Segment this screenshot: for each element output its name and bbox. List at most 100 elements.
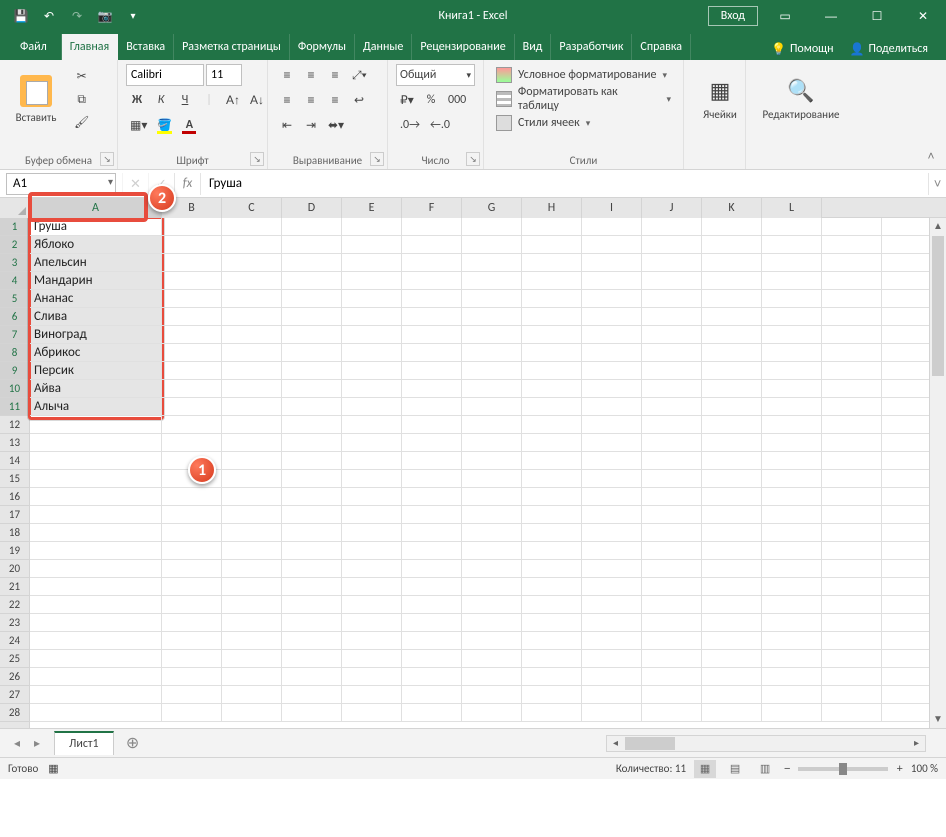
borders-icon[interactable]: ▦▾ [126, 114, 151, 136]
cell[interactable] [30, 524, 162, 542]
cell[interactable] [282, 308, 342, 326]
cell[interactable] [582, 452, 642, 470]
cell[interactable] [162, 254, 222, 272]
cell[interactable] [222, 434, 282, 452]
cell[interactable] [162, 326, 222, 344]
cell[interactable] [462, 506, 522, 524]
cell[interactable] [822, 362, 882, 380]
cell[interactable] [522, 470, 582, 488]
cell[interactable] [342, 488, 402, 506]
cell[interactable] [462, 650, 522, 668]
macro-record-icon[interactable]: ▦ [48, 762, 58, 775]
vertical-scrollbar[interactable]: ▲ ▼ [929, 218, 946, 728]
cell[interactable] [342, 254, 402, 272]
cell[interactable] [342, 524, 402, 542]
cell[interactable] [462, 488, 522, 506]
cell[interactable] [582, 380, 642, 398]
qat-dropdown-icon[interactable]: ▾ [120, 3, 146, 29]
cell[interactable] [522, 560, 582, 578]
column-header-G[interactable]: G [462, 198, 522, 218]
cell[interactable] [222, 686, 282, 704]
column-header-C[interactable]: C [222, 198, 282, 218]
cell[interactable] [30, 452, 162, 470]
cell[interactable] [822, 290, 882, 308]
cell[interactable] [582, 290, 642, 308]
cell[interactable] [402, 344, 462, 362]
cell[interactable] [522, 308, 582, 326]
cell[interactable] [702, 308, 762, 326]
row-header[interactable]: 14 [0, 452, 29, 470]
row-header[interactable]: 1 [0, 218, 29, 236]
font-color-icon[interactable]: A [178, 114, 200, 136]
cell[interactable] [762, 686, 822, 704]
cell[interactable] [642, 488, 702, 506]
copy-icon[interactable]: ⧉ [70, 88, 93, 110]
cell[interactable] [222, 344, 282, 362]
cell[interactable] [342, 308, 402, 326]
cell[interactable] [402, 632, 462, 650]
cell[interactable] [582, 344, 642, 362]
cell[interactable] [282, 290, 342, 308]
column-header-K[interactable]: K [702, 198, 762, 218]
cell[interactable] [282, 560, 342, 578]
alignment-dialog-launcher[interactable]: ↘ [370, 152, 384, 166]
cell[interactable]: Алыча [30, 398, 162, 416]
cell[interactable] [522, 614, 582, 632]
cell[interactable]: Мандарин [30, 272, 162, 290]
cell[interactable] [462, 524, 522, 542]
close-icon[interactable]: ✕ [900, 0, 946, 32]
cell[interactable] [522, 668, 582, 686]
cell[interactable] [522, 632, 582, 650]
cell[interactable] [822, 380, 882, 398]
row-header[interactable]: 3 [0, 254, 29, 272]
redo-icon[interactable]: ↷ [64, 3, 90, 29]
cell[interactable] [642, 236, 702, 254]
cell[interactable] [162, 560, 222, 578]
cell[interactable] [282, 488, 342, 506]
zoom-in-icon[interactable]: + [896, 763, 902, 775]
cell[interactable] [162, 434, 222, 452]
cell[interactable] [402, 470, 462, 488]
cell[interactable] [162, 398, 222, 416]
font-size-input[interactable] [206, 64, 242, 86]
cell[interactable] [222, 326, 282, 344]
cell[interactable] [822, 704, 882, 722]
cell[interactable] [702, 506, 762, 524]
cell[interactable] [822, 398, 882, 416]
column-header-E[interactable]: E [342, 198, 402, 218]
cell[interactable] [30, 434, 162, 452]
cell[interactable] [222, 416, 282, 434]
tab-formulas[interactable]: Формулы [290, 34, 355, 60]
cell[interactable] [522, 578, 582, 596]
cell[interactable] [762, 452, 822, 470]
cell[interactable] [402, 434, 462, 452]
cell[interactable] [582, 506, 642, 524]
cell[interactable] [822, 578, 882, 596]
cell[interactable] [342, 632, 402, 650]
row-header[interactable]: 7 [0, 326, 29, 344]
cell[interactable] [762, 560, 822, 578]
cell[interactable] [762, 398, 822, 416]
cell[interactable] [282, 218, 342, 236]
cell[interactable] [462, 290, 522, 308]
cell[interactable] [702, 488, 762, 506]
cell-styles-button[interactable]: Стили ячеек▾ [492, 112, 675, 134]
cell[interactable] [642, 650, 702, 668]
cell[interactable] [282, 254, 342, 272]
cell[interactable] [222, 470, 282, 488]
cell[interactable] [402, 290, 462, 308]
cell[interactable] [582, 668, 642, 686]
cell[interactable] [162, 668, 222, 686]
cell[interactable] [822, 596, 882, 614]
format-painter-icon[interactable]: 🖌 [70, 111, 93, 133]
cell[interactable] [402, 218, 462, 236]
cell[interactable] [162, 380, 222, 398]
hscroll-right-icon[interactable]: ▸ [908, 736, 925, 751]
cell[interactable] [342, 668, 402, 686]
cell[interactable] [822, 506, 882, 524]
cell[interactable] [762, 254, 822, 272]
horizontal-scrollbar[interactable]: ◂ ▸ [606, 735, 926, 752]
cell[interactable] [702, 668, 762, 686]
cell[interactable] [30, 488, 162, 506]
cell[interactable] [822, 668, 882, 686]
